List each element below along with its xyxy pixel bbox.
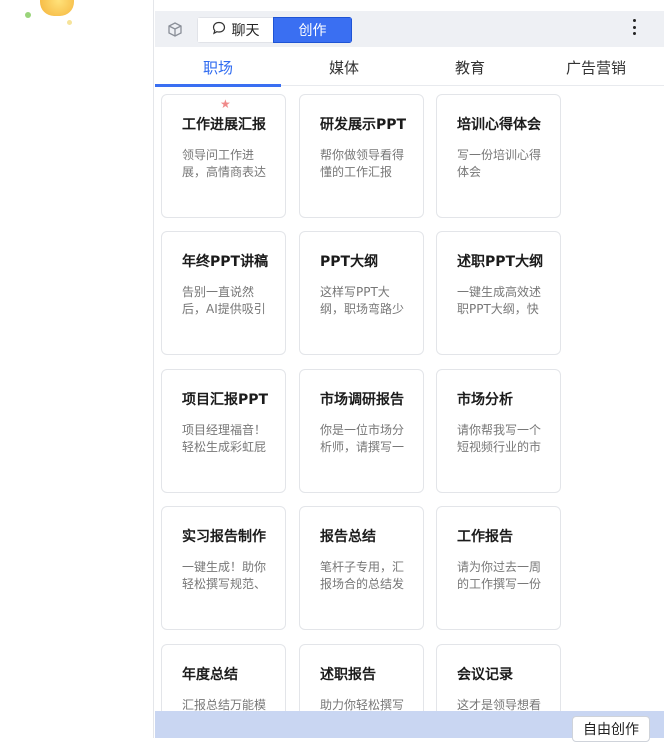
create-mode-button[interactable]: 创作 bbox=[273, 17, 352, 43]
card-title: 工作报告 bbox=[457, 529, 513, 545]
tab-education[interactable]: 教育 bbox=[407, 48, 533, 86]
chat-mode-button[interactable]: 聊天 bbox=[197, 17, 273, 43]
template-card[interactable]: 报告总结 笔杆子专用，汇报场合的总结发言 bbox=[299, 506, 424, 630]
card-description: 请你帮我写一个短视频行业的市场分析报告 bbox=[457, 423, 542, 454]
bottom-bar: 自由创作 bbox=[155, 711, 664, 742]
decor-dot-icon bbox=[67, 20, 72, 25]
tab-label: 教育 bbox=[454, 58, 485, 77]
create-mode-label: 创作 bbox=[298, 23, 327, 39]
card-title: 述职PPT大纲 bbox=[457, 254, 544, 270]
template-card[interactable]: 市场分析 请你帮我写一个短视频行业的市场分析报告 bbox=[436, 369, 561, 493]
template-card[interactable]: 市场调研报告 你是一位市场分析师，请撰写一篇市场调研 bbox=[299, 369, 424, 493]
card-description: 一键生成！助你轻松撰写规范、内容充实的报告 bbox=[182, 560, 267, 591]
card-title: 会议记录 bbox=[457, 667, 513, 683]
mascot-icon bbox=[40, 0, 74, 16]
card-description: 一键生成高效述职PPT大纲，快速梳理重点 bbox=[457, 285, 542, 316]
template-card[interactable]: 培训心得体会 写一份培训心得体会 bbox=[436, 94, 561, 218]
more-vertical-icon[interactable] bbox=[630, 17, 638, 37]
chat-mode-label: 聊天 bbox=[231, 23, 260, 39]
tab-workplace[interactable]: 职场 bbox=[155, 48, 281, 87]
star-icon: ★ bbox=[220, 97, 231, 111]
decor-dot-icon bbox=[25, 12, 31, 18]
cube-icon[interactable] bbox=[166, 21, 184, 39]
card-title: PPT大纲 bbox=[320, 254, 379, 270]
card-title: 年度总结 bbox=[182, 667, 238, 683]
card-description: 这才是领导想看的会议记录 bbox=[457, 698, 542, 711]
card-title: 工作进展汇报 bbox=[182, 117, 266, 133]
template-card[interactable]: 项目汇报PPT 项目经理福音！轻松生成彩虹屁汇报内容 bbox=[161, 369, 286, 493]
template-card[interactable]: 工作报告 请为你过去一周的工作撰写一份工作报告 bbox=[436, 506, 561, 630]
card-description: 告别一直说然后，AI提供吸引注意力的讲稿 bbox=[182, 285, 266, 316]
template-card[interactable]: 述职报告 助力你轻松撰写述职报告 bbox=[299, 644, 424, 711]
template-card[interactable]: 研发展示PPT 帮你做领导看得懂的工作汇报 bbox=[299, 94, 424, 218]
card-description: 写一份培训心得体会 bbox=[457, 148, 542, 179]
template-card[interactable]: ★ 工作进展汇报 领导问工作进展，高情商表达汇报工作 bbox=[161, 94, 286, 218]
template-card[interactable]: 会议记录 这才是领导想看的会议记录 bbox=[436, 644, 561, 711]
tab-label: 广告营销 bbox=[565, 58, 626, 77]
card-description: 笔杆子专用，汇报场合的总结发言 bbox=[320, 560, 405, 591]
card-title: 市场分析 bbox=[457, 392, 513, 408]
tab-advertising[interactable]: 广告营销 bbox=[533, 48, 659, 86]
tab-label: 媒体 bbox=[328, 58, 359, 77]
template-card[interactable]: 实习报告制作 一键生成！助你轻松撰写规范、内容充实的报告 bbox=[161, 506, 286, 630]
free-create-label: 自由创作 bbox=[583, 722, 639, 738]
card-title: 述职报告 bbox=[320, 667, 376, 683]
card-description: 项目经理福音！轻松生成彩虹屁汇报内容 bbox=[182, 423, 267, 454]
card-description: 这样写PPT大纲，职场弯路少走一半 bbox=[320, 285, 405, 316]
template-card[interactable]: 年终PPT讲稿 告别一直说然后，AI提供吸引注意力的讲稿 bbox=[161, 231, 286, 355]
card-description: 汇报总结万能模板 bbox=[182, 698, 267, 711]
left-gutter bbox=[0, 0, 153, 738]
card-title: 项目汇报PPT bbox=[182, 392, 269, 408]
card-description: 助力你轻松撰写述职报告 bbox=[320, 698, 405, 711]
card-description: 领导问工作进展，高情商表达汇报工作 bbox=[182, 148, 267, 179]
creation-panel: 聊天 创作 职场 媒体 教育 广告营销 ★ 工作进展汇报 领导问工作进展，高情商… bbox=[153, 0, 664, 742]
template-card[interactable]: PPT大纲 这样写PPT大纲，职场弯路少走一半 bbox=[299, 231, 424, 355]
free-create-button[interactable]: 自由创作 bbox=[572, 716, 650, 742]
tab-media[interactable]: 媒体 bbox=[281, 48, 407, 86]
card-title: 年终PPT讲稿 bbox=[182, 254, 269, 270]
card-title: 研发展示PPT bbox=[320, 117, 407, 133]
card-title: 报告总结 bbox=[320, 529, 376, 545]
card-description: 请为你过去一周的工作撰写一份工作报告 bbox=[457, 560, 542, 591]
category-tabs: 职场 媒体 教育 广告营销 bbox=[155, 48, 664, 87]
card-title: 培训心得体会 bbox=[457, 117, 541, 133]
tab-label: 职场 bbox=[202, 58, 233, 77]
card-description: 你是一位市场分析师，请撰写一篇市场调研 bbox=[320, 423, 405, 454]
template-card-grid: ★ 工作进展汇报 领导问工作进展，高情商表达汇报工作 研发展示PPT 帮你做领导… bbox=[155, 87, 664, 711]
card-description: 帮你做领导看得懂的工作汇报 bbox=[320, 148, 405, 179]
mode-switch: 聊天 创作 bbox=[197, 17, 352, 43]
template-card[interactable]: 述职PPT大纲 一键生成高效述职PPT大纲，快速梳理重点 bbox=[436, 231, 561, 355]
card-title: 实习报告制作 bbox=[182, 529, 266, 545]
panel-toolbar: 聊天 创作 bbox=[155, 11, 664, 47]
card-title: 市场调研报告 bbox=[320, 392, 404, 408]
template-card[interactable]: 年度总结 汇报总结万能模板 bbox=[161, 644, 286, 711]
chat-bubble-icon bbox=[212, 21, 226, 39]
